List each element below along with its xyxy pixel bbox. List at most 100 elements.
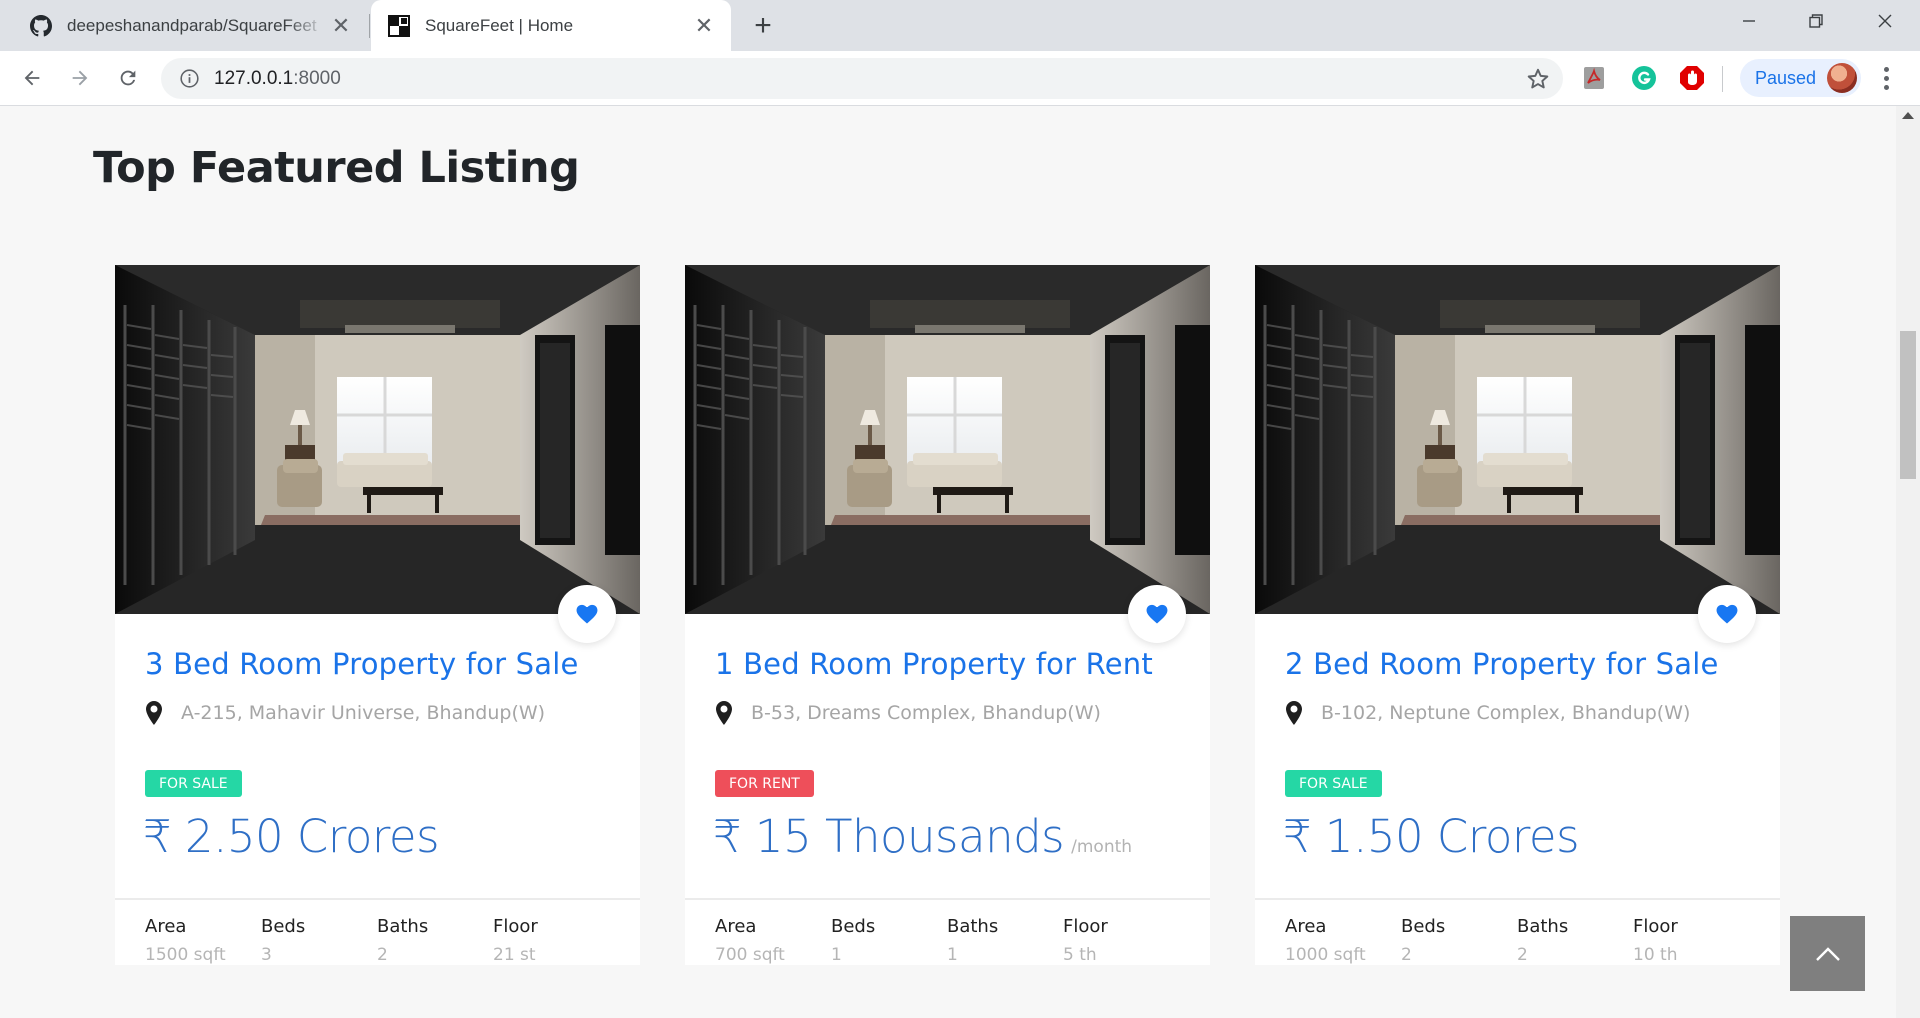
price-amount: ₹ 2.50 Crores xyxy=(143,810,440,863)
listing-card[interactable]: 3 Bed Room Property for Sale A-215, Maha… xyxy=(115,265,640,965)
more-menu-icon[interactable] xyxy=(1873,63,1899,93)
property-photo[interactable] xyxy=(115,265,640,614)
address-text: B-53, Dreams Complex, Bhandup(W) xyxy=(751,702,1101,724)
spec-value: 1500 sqft xyxy=(145,945,226,965)
spec-value: 1000 sqft xyxy=(1285,945,1366,965)
spec-value: 2 xyxy=(377,945,388,965)
forward-icon[interactable] xyxy=(62,60,98,96)
page-scrollbar[interactable] xyxy=(1896,106,1920,1018)
close-icon[interactable]: ✕ xyxy=(689,11,719,41)
spec-label: Area xyxy=(145,916,187,937)
minimize-icon[interactable] xyxy=(1714,0,1784,42)
grammarly-icon[interactable] xyxy=(1631,65,1657,91)
url-host: 127.0.0.1 xyxy=(214,68,294,89)
price-period: /month xyxy=(1071,837,1133,857)
github-icon xyxy=(30,14,52,37)
spec-baths: Baths 1 xyxy=(947,916,1063,965)
listing-specs: Area 1000 sqft Beds 2 Baths 2 Floor 10 th xyxy=(1285,916,1749,965)
spec-label: Beds xyxy=(1401,916,1446,937)
reload-icon[interactable] xyxy=(110,60,146,96)
spec-value: 10 th xyxy=(1633,945,1678,965)
spec-value: 700 sqft xyxy=(715,945,785,965)
favorite-button[interactable] xyxy=(1698,585,1756,643)
listing-title-link[interactable]: 3 Bed Room Property for Sale xyxy=(145,647,579,681)
profile-button[interactable]: Paused xyxy=(1740,59,1861,97)
spec-area: Area 1500 sqft xyxy=(145,916,261,965)
spec-label: Area xyxy=(1285,916,1327,937)
map-pin-icon xyxy=(716,701,732,725)
profile-status-label: Paused xyxy=(1755,67,1817,88)
card-divider xyxy=(685,898,1210,900)
tab-squarefeet-home[interactable]: SquareFeet | Home ✕ xyxy=(371,0,731,51)
map-pin-icon xyxy=(1286,701,1302,725)
listing-title-link[interactable]: 1 Bed Room Property for Rent xyxy=(715,647,1153,681)
price-amount: ₹ 1.50 Crores xyxy=(1283,810,1580,863)
url-text: 127.0.0.1:8000 xyxy=(214,68,341,90)
spec-beds: Beds 3 xyxy=(261,916,377,965)
listing-card[interactable]: 2 Bed Room Property for Sale B-102, Nept… xyxy=(1255,265,1780,965)
status-badge: FOR SALE xyxy=(1285,770,1382,797)
adblock-icon[interactable] xyxy=(1679,65,1705,91)
listing-specs: Area 700 sqft Beds 1 Baths 1 Floor 5 th xyxy=(715,916,1179,965)
spec-label: Beds xyxy=(261,916,306,937)
address-text: B-102, Neptune Complex, Bhandup(W) xyxy=(1321,702,1691,724)
scroll-up-arrow-icon[interactable] xyxy=(1902,112,1914,119)
section-title: Top Featured Listing xyxy=(93,143,580,193)
heart-icon xyxy=(1146,604,1168,624)
address-bar[interactable]: 127.0.0.1:8000 xyxy=(161,58,1563,99)
tab-title: deepeshanandparab/SquareFeet xyxy=(67,15,317,35)
spec-label: Baths xyxy=(377,916,429,937)
bookmark-star-icon[interactable] xyxy=(1525,66,1551,92)
listing-price: ₹ 1.50 Crores xyxy=(1283,810,1580,863)
toolbar-divider xyxy=(1722,66,1723,92)
squarefeet-favicon xyxy=(388,14,410,37)
spec-area: Area 700 sqft xyxy=(715,916,831,965)
property-photo[interactable] xyxy=(685,265,1210,614)
spec-value: 21 st xyxy=(493,945,536,965)
avatar xyxy=(1827,63,1857,93)
address-text: A-215, Mahavir Universe, Bhandup(W) xyxy=(181,702,546,724)
spec-label: Floor xyxy=(493,916,538,937)
new-tab-button[interactable]: + xyxy=(745,8,781,44)
listing-address: B-53, Dreams Complex, Bhandup(W) xyxy=(715,701,1101,725)
status-badge: FOR RENT xyxy=(715,770,814,797)
close-icon[interactable]: ✕ xyxy=(326,11,356,41)
tab-title: SquareFeet | Home xyxy=(425,15,574,35)
browser-toolbar: 127.0.0.1:8000 Paused xyxy=(0,51,1920,106)
property-photo[interactable] xyxy=(1255,265,1780,614)
favorite-button[interactable] xyxy=(1128,585,1186,643)
spec-beds: Beds 2 xyxy=(1401,916,1517,965)
spec-value: 3 xyxy=(261,945,272,965)
spec-label: Floor xyxy=(1063,916,1108,937)
listing-specs: Area 1500 sqft Beds 3 Baths 2 Floor 21 st xyxy=(145,916,609,965)
spec-floor: Floor 10 th xyxy=(1633,916,1749,965)
spec-label: Baths xyxy=(947,916,999,937)
spec-label: Floor xyxy=(1633,916,1678,937)
spec-floor: Floor 21 st xyxy=(493,916,609,965)
heart-icon xyxy=(576,604,598,624)
spec-value: 2 xyxy=(1401,945,1412,965)
back-icon[interactable] xyxy=(14,60,50,96)
scrollbar-thumb[interactable] xyxy=(1900,331,1916,479)
listing-price: ₹ 15 Thousands /month xyxy=(713,810,1132,863)
window-close-icon[interactable] xyxy=(1850,0,1920,42)
listing-address: A-215, Mahavir Universe, Bhandup(W) xyxy=(145,701,545,725)
back-to-top-button[interactable] xyxy=(1790,916,1865,991)
listing-title-link[interactable]: 2 Bed Room Property for Sale xyxy=(1285,647,1719,681)
pdf-extension-icon[interactable] xyxy=(1581,65,1607,91)
price-amount: ₹ 15 Thousands xyxy=(713,810,1065,863)
tab-github[interactable]: deepeshanandparab/SquareFeet ✕ xyxy=(0,0,368,51)
spec-floor: Floor 5 th xyxy=(1063,916,1179,965)
spec-baths: Baths 2 xyxy=(1517,916,1633,965)
listing-card[interactable]: 1 Bed Room Property for Rent B-53, Dream… xyxy=(685,265,1210,965)
card-divider xyxy=(1255,898,1780,900)
info-icon[interactable] xyxy=(179,68,200,89)
heart-icon xyxy=(1716,604,1738,624)
spec-label: Beds xyxy=(831,916,876,937)
chevron-up-icon xyxy=(1815,946,1840,961)
listing-address: B-102, Neptune Complex, Bhandup(W) xyxy=(1285,701,1690,725)
restore-icon[interactable] xyxy=(1781,0,1851,42)
spec-label: Area xyxy=(715,916,757,937)
spec-beds: Beds 1 xyxy=(831,916,947,965)
favorite-button[interactable] xyxy=(558,585,616,643)
